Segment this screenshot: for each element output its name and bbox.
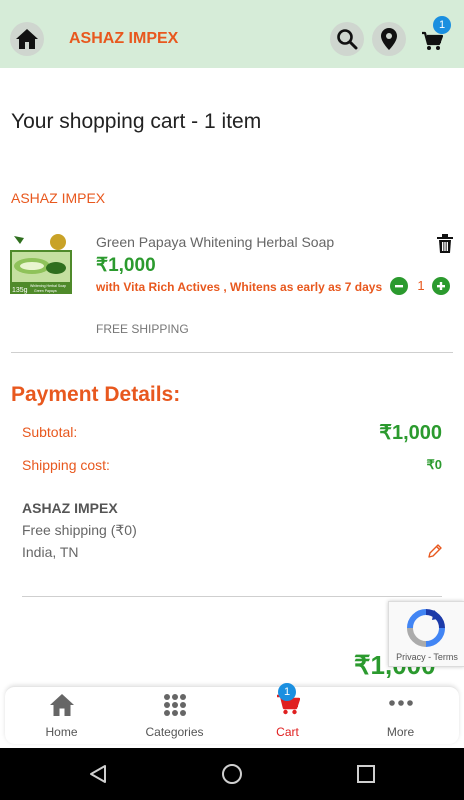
nav-categories[interactable]: Categories (118, 687, 231, 745)
subtotal-label: Subtotal: (22, 424, 78, 440)
cart-icon (422, 31, 443, 50)
recents-icon[interactable] (356, 764, 376, 784)
product-image-weight: 135g (12, 287, 28, 294)
location-button[interactable] (372, 22, 406, 56)
brand-name[interactable]: ASHAZ IMPEX (69, 30, 178, 48)
payment-details-title: Payment Details: (11, 383, 181, 406)
nav-home-label: Home (45, 725, 78, 739)
minus-icon (395, 285, 403, 288)
product-image-line2: Green Papaya (34, 289, 57, 293)
plus-icon (437, 282, 445, 290)
nav-more[interactable]: More (344, 687, 457, 745)
remove-item-button[interactable] (436, 234, 454, 254)
nav-cart-label: Cart (276, 725, 299, 739)
location-pin-icon (381, 28, 397, 50)
grid-icon (163, 694, 186, 716)
product-name[interactable]: Green Papaya Whitening Herbal Soap (96, 234, 334, 250)
home-icon (16, 29, 38, 49)
cart-screen: ASHAZ IMPEX 1 Your shopping cart - 1 ite… (0, 0, 464, 800)
shipping-method: Free shipping (₹0) (22, 522, 137, 538)
recaptcha-links[interactable]: Privacy - Terms (389, 652, 464, 662)
search-icon (337, 29, 358, 50)
recaptcha-badge[interactable]: Privacy - Terms (388, 601, 464, 667)
shipping-cost-value: ₹0 (426, 457, 442, 472)
more-icon (388, 700, 413, 706)
home-icon (49, 694, 74, 716)
divider (11, 352, 453, 353)
nav-cart-badge: 1 (278, 683, 296, 701)
nav-home[interactable]: Home (5, 687, 118, 745)
shipping-cost-label: Shipping cost: (22, 457, 110, 473)
page-title: Your shopping cart - 1 item (11, 110, 262, 133)
search-button[interactable] (330, 22, 364, 56)
system-navigation-bar (0, 748, 464, 800)
home-circle-icon[interactable] (221, 763, 243, 785)
quantity-value: 1 (417, 278, 425, 293)
decrease-quantity-button[interactable] (390, 277, 408, 295)
pencil-icon (428, 544, 442, 558)
back-icon[interactable] (88, 764, 108, 784)
home-button[interactable] (10, 22, 44, 56)
product-price: ₹1,000 (96, 255, 156, 276)
cart-count-badge: 1 (433, 16, 451, 34)
divider (22, 596, 442, 597)
subtotal-value: ₹1,000 (379, 422, 442, 444)
product-image-line1: Whitening Herbal Soap (30, 284, 66, 288)
top-app-bar: ASHAZ IMPEX 1 (0, 0, 464, 68)
nav-more-label: More (386, 725, 415, 739)
trash-icon (437, 234, 453, 253)
increase-quantity-button[interactable] (432, 277, 450, 295)
edit-shipping-button[interactable] (427, 543, 443, 559)
nav-categories-label: Categories (145, 725, 204, 739)
product-image[interactable]: 135g Whitening Herbal Soap Green Papaya (10, 232, 76, 296)
shipping-location: India, TN (22, 544, 79, 560)
seller-name[interactable]: ASHAZ IMPEX (11, 190, 105, 206)
bottom-navigation: Home Categories Cart More (5, 686, 459, 744)
shipping-seller-name: ASHAZ IMPEX (22, 500, 118, 516)
product-description: with Vita Rich Actives , Whitens as earl… (96, 280, 383, 294)
product-shipping: FREE SHIPPING (96, 322, 189, 336)
recaptcha-icon (407, 609, 445, 647)
